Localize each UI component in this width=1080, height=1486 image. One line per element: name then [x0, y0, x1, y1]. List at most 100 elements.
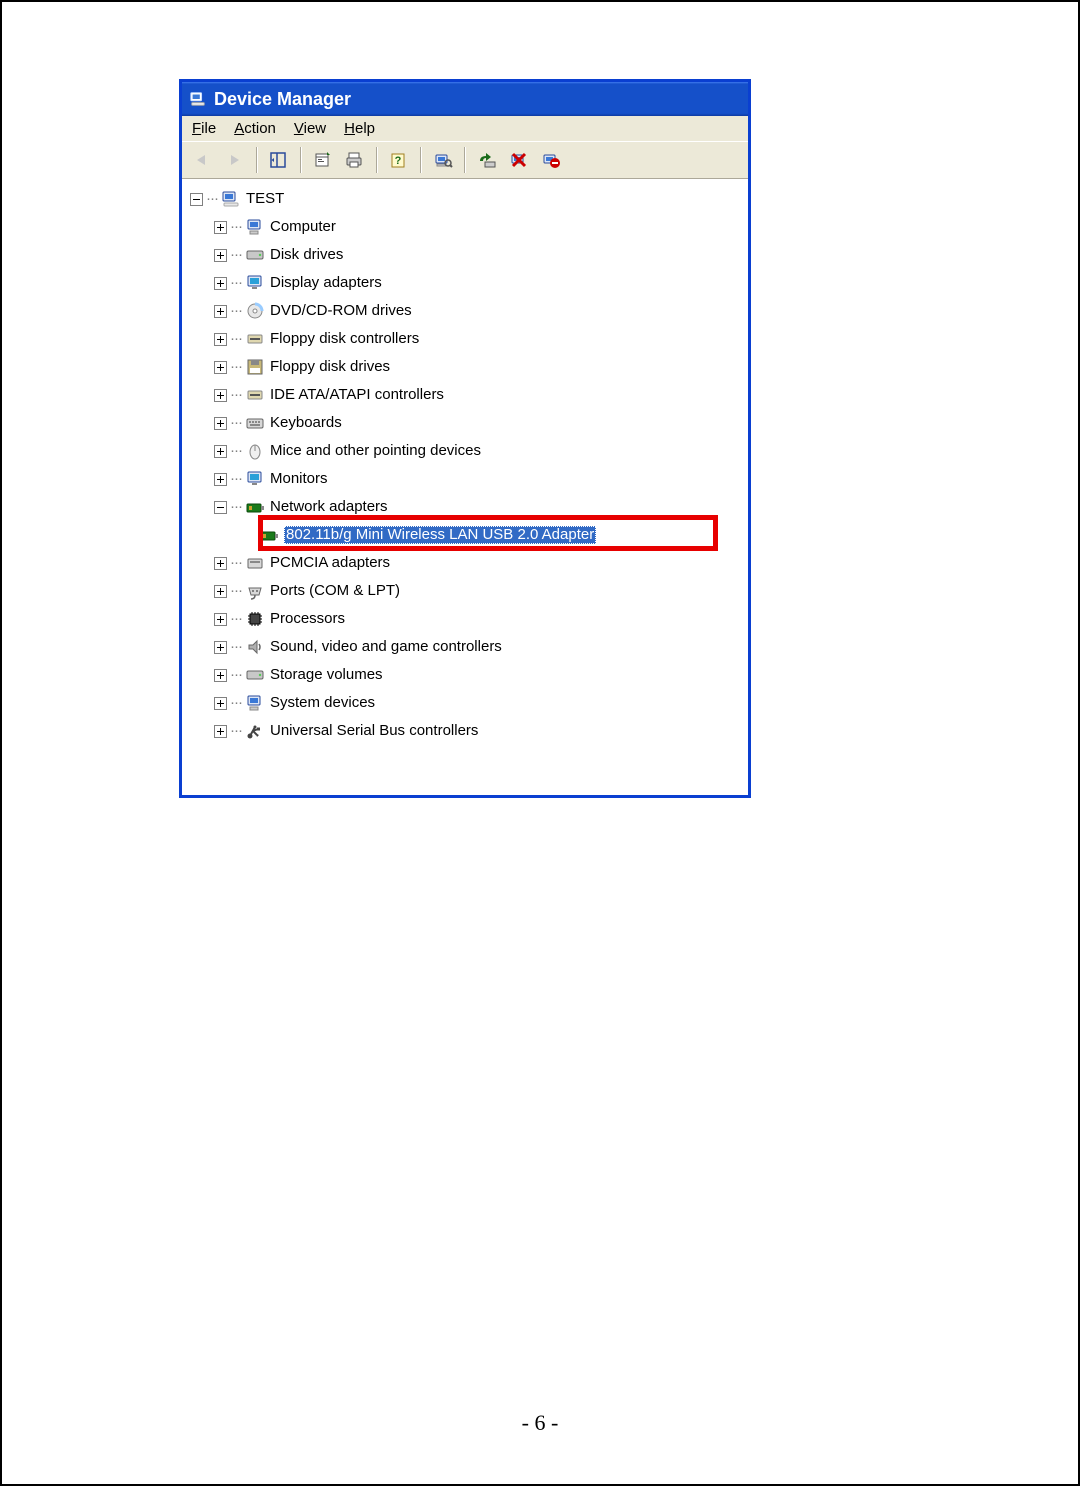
tree-node-monitors[interactable]: ··· Monitors — [186, 465, 744, 493]
device-manager-window: Device Manager File Action View Help ? — [180, 80, 750, 797]
expand-icon[interactable] — [214, 333, 227, 346]
expand-icon[interactable] — [214, 725, 227, 738]
mouse-icon — [244, 440, 266, 462]
node-label: Display adapters — [270, 274, 382, 291]
computer-icon — [244, 216, 266, 238]
forward-button[interactable] — [220, 146, 250, 174]
tree-connector: ··· — [230, 442, 242, 459]
tree-connector: ··· — [230, 274, 242, 291]
collapse-icon[interactable] — [214, 501, 227, 514]
floppy-controller-icon — [244, 328, 266, 350]
node-label: Disk drives — [270, 246, 343, 263]
tree-node-system-devices[interactable]: ··· System devices — [186, 689, 744, 717]
print-button[interactable] — [340, 146, 370, 174]
node-label: Floppy disk drives — [270, 358, 390, 375]
window-title: Device Manager — [214, 89, 351, 110]
expand-icon[interactable] — [214, 361, 227, 374]
tree-connector: ··· — [230, 638, 242, 655]
expand-icon[interactable] — [214, 277, 227, 290]
toolbar-divider — [464, 147, 466, 173]
tree-connector: ··· — [230, 610, 242, 627]
node-label: Keyboards — [270, 414, 342, 431]
device-tree[interactable]: ··· TEST ··· Computer ··· Disk drives — [182, 179, 748, 795]
disk-drive-icon — [244, 244, 266, 266]
floppy-drive-icon — [244, 356, 266, 378]
tree-node-ide-controllers[interactable]: ··· IDE ATA/ATAPI controllers — [186, 381, 744, 409]
page-number: - 6 - — [0, 1410, 1080, 1436]
menu-file[interactable]: File — [192, 120, 216, 137]
network-adapter-icon — [258, 524, 280, 546]
device-manager-icon — [188, 89, 208, 109]
tree-node-pcmcia[interactable]: ··· PCMCIA adapters — [186, 549, 744, 577]
tree-node-processors[interactable]: ··· Processors — [186, 605, 744, 633]
expand-icon[interactable] — [214, 249, 227, 262]
processor-icon — [244, 608, 266, 630]
node-label: System devices — [270, 694, 375, 711]
tree-node-storage-volumes[interactable]: ··· Storage volumes — [186, 661, 744, 689]
toolbar-divider — [376, 147, 378, 173]
expand-icon[interactable] — [214, 445, 227, 458]
tree-connector: ··· — [230, 554, 242, 571]
tree-node-keyboards[interactable]: ··· Keyboards — [186, 409, 744, 437]
uninstall-button[interactable] — [504, 146, 534, 174]
menubar: File Action View Help — [182, 116, 748, 142]
update-driver-button[interactable] — [472, 146, 502, 174]
scan-hardware-button[interactable] — [428, 146, 458, 174]
expand-icon[interactable] — [214, 305, 227, 318]
help-button[interactable]: ? — [384, 146, 414, 174]
tree-connector: ··· — [230, 666, 242, 683]
expand-icon[interactable] — [214, 613, 227, 626]
tree-node-usb-controllers[interactable]: ··· Universal Serial Bus controllers — [186, 717, 744, 745]
menu-help[interactable]: Help — [344, 120, 375, 137]
tree-connector: ··· — [230, 582, 242, 599]
tree-node-selected-adapter[interactable]: 802.11b/g Mini Wireless LAN USB 2.0 Adap… — [186, 521, 744, 549]
expand-icon[interactable] — [214, 557, 227, 570]
display-adapter-icon — [244, 272, 266, 294]
show-hide-tree-button[interactable] — [264, 146, 294, 174]
node-label: Processors — [270, 610, 345, 627]
tree-node-display-adapters[interactable]: ··· Display adapters — [186, 269, 744, 297]
expand-icon[interactable] — [214, 585, 227, 598]
expand-icon[interactable] — [214, 697, 227, 710]
node-label: Network adapters — [270, 498, 388, 515]
menu-action[interactable]: Action — [234, 120, 276, 137]
tree-node-network-adapters[interactable]: ··· Network adapters — [186, 493, 744, 521]
expand-icon[interactable] — [214, 473, 227, 486]
tree-node-floppy-drives[interactable]: ··· Floppy disk drives — [186, 353, 744, 381]
node-label: Sound, video and game controllers — [270, 638, 502, 655]
properties-button[interactable] — [308, 146, 338, 174]
back-button[interactable] — [188, 146, 218, 174]
node-label: Storage volumes — [270, 666, 383, 683]
expand-icon[interactable] — [214, 221, 227, 234]
tree-connector: ··· — [230, 246, 242, 263]
ide-controller-icon — [244, 384, 266, 406]
titlebar[interactable]: Device Manager — [182, 82, 748, 116]
tree-node-floppy-controllers[interactable]: ··· Floppy disk controllers — [186, 325, 744, 353]
menu-view[interactable]: View — [294, 120, 326, 137]
expand-icon[interactable] — [214, 417, 227, 430]
tree-node-sound-video[interactable]: ··· Sound, video and game controllers — [186, 633, 744, 661]
tree-node-ports[interactable]: ··· Ports (COM & LPT) — [186, 577, 744, 605]
tree-node-dvd-cd[interactable]: ··· DVD/CD-ROM drives — [186, 297, 744, 325]
disable-button[interactable] — [536, 146, 566, 174]
collapse-icon[interactable] — [190, 193, 203, 206]
toolbar-divider — [420, 147, 422, 173]
node-label: Mice and other pointing devices — [270, 442, 481, 459]
expand-icon[interactable] — [214, 641, 227, 654]
expand-icon[interactable] — [214, 389, 227, 402]
tree-node-computer[interactable]: ··· Computer — [186, 213, 744, 241]
monitor-icon — [244, 468, 266, 490]
tree-node-mice[interactable]: ··· Mice and other pointing devices — [186, 437, 744, 465]
tree-node-disk-drives[interactable]: ··· Disk drives — [186, 241, 744, 269]
expand-icon[interactable] — [214, 669, 227, 682]
toolbar-divider — [256, 147, 258, 173]
pcmcia-icon — [244, 552, 266, 574]
node-label: DVD/CD-ROM drives — [270, 302, 412, 319]
usb-icon — [244, 720, 266, 742]
tree-connector: ··· — [206, 190, 218, 207]
tree-root[interactable]: ··· TEST — [186, 185, 744, 213]
cd-rom-icon — [244, 300, 266, 322]
node-label-selected: 802.11b/g Mini Wireless LAN USB 2.0 Adap… — [284, 526, 596, 543]
sound-icon — [244, 636, 266, 658]
tree-connector: ··· — [230, 330, 242, 347]
